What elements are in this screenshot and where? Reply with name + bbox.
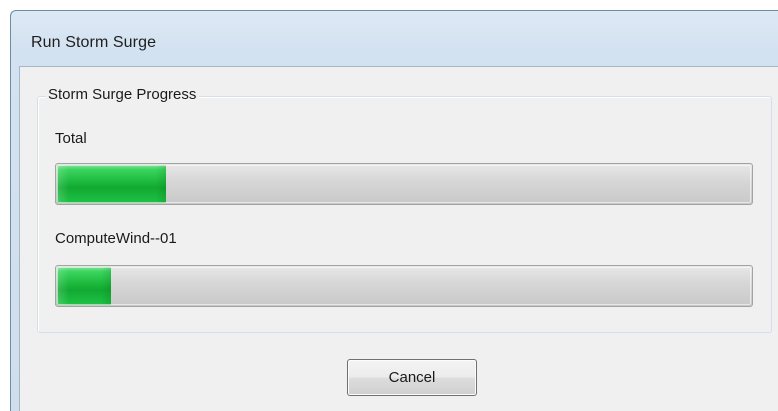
task-progress-bar bbox=[55, 265, 753, 307]
total-progress-bar bbox=[55, 163, 753, 205]
total-progress-label: Total bbox=[55, 130, 87, 147]
task-progress-fill bbox=[57, 267, 111, 305]
dialog-client-area: Storm Surge Progress Total ComputeWind--… bbox=[19, 66, 778, 411]
cancel-button[interactable]: Cancel bbox=[347, 359, 477, 396]
title-bar[interactable]: Run Storm Surge bbox=[11, 11, 778, 66]
run-storm-surge-dialog: Run Storm Surge Storm Surge Progress Tot… bbox=[10, 10, 778, 411]
group-legend: Storm Surge Progress bbox=[46, 85, 200, 105]
task-progress-label: ComputeWind--01 bbox=[55, 230, 177, 247]
total-progress-fill bbox=[57, 165, 167, 203]
window-title: Run Storm Surge bbox=[31, 34, 157, 51]
